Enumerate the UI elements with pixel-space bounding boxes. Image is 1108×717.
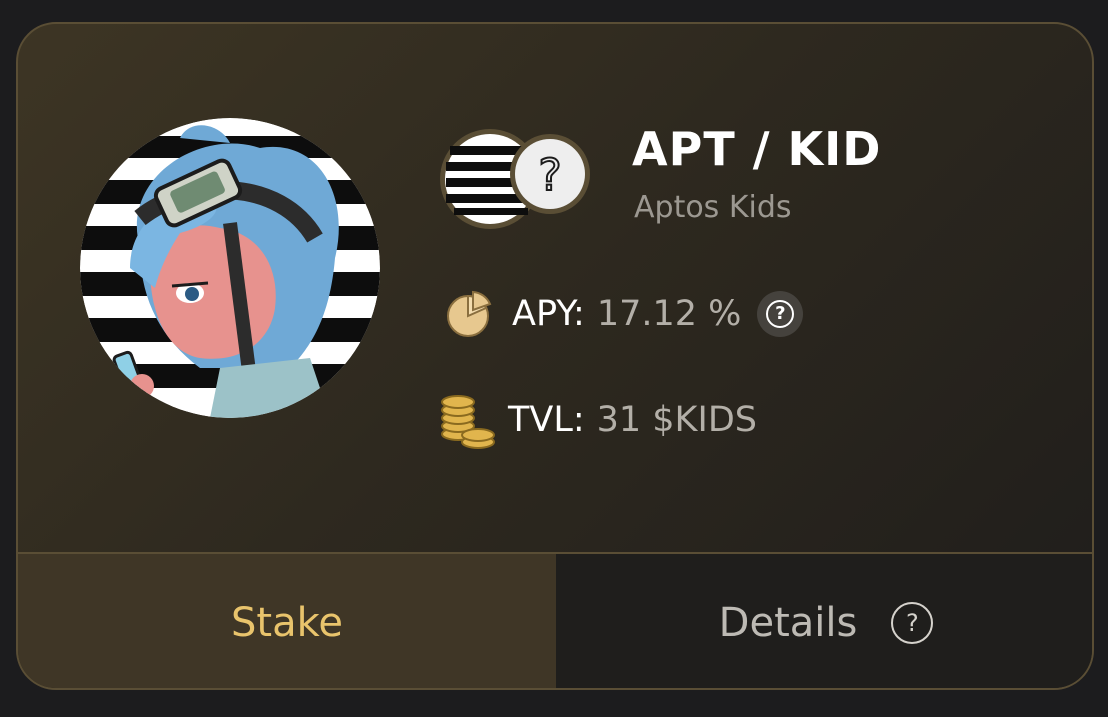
token-pair-icons: ? [438, 124, 598, 234]
details-button[interactable]: Details ? [556, 554, 1092, 688]
help-icon: ? [766, 300, 795, 328]
pool-subtitle: Aptos Kids [634, 190, 792, 225]
tvl-value: 31 $KIDS [596, 400, 757, 440]
apy-value: 17.12 % [596, 294, 742, 334]
apy-row: APY: 17.12 % ? [442, 286, 804, 342]
stake-label: Stake [231, 600, 343, 646]
nft-avatar [80, 118, 380, 418]
apy-help-button[interactable]: ? [757, 291, 804, 337]
apy-label: APY: [512, 294, 585, 334]
details-help-icon[interactable]: ? [891, 602, 934, 644]
details-label: Details [718, 600, 858, 646]
pool-info-section: ? APT / KID Aptos Kids APY: 17.12 % ? TV… [18, 24, 1092, 552]
coin-stack-icon [438, 392, 495, 449]
pool-card: ? APT / KID Aptos Kids APY: 17.12 % ? TV… [16, 22, 1094, 690]
pool-title: APT / KID [632, 122, 882, 176]
tvl-row: TVL: 31 $KIDS [438, 392, 757, 449]
stake-button[interactable]: Stake [18, 554, 556, 688]
tvl-label: TVL: [508, 400, 585, 440]
pie-chart-icon [442, 286, 498, 342]
svg-text:?: ? [538, 150, 561, 201]
unknown-token-question-icon: ? [537, 149, 562, 202]
